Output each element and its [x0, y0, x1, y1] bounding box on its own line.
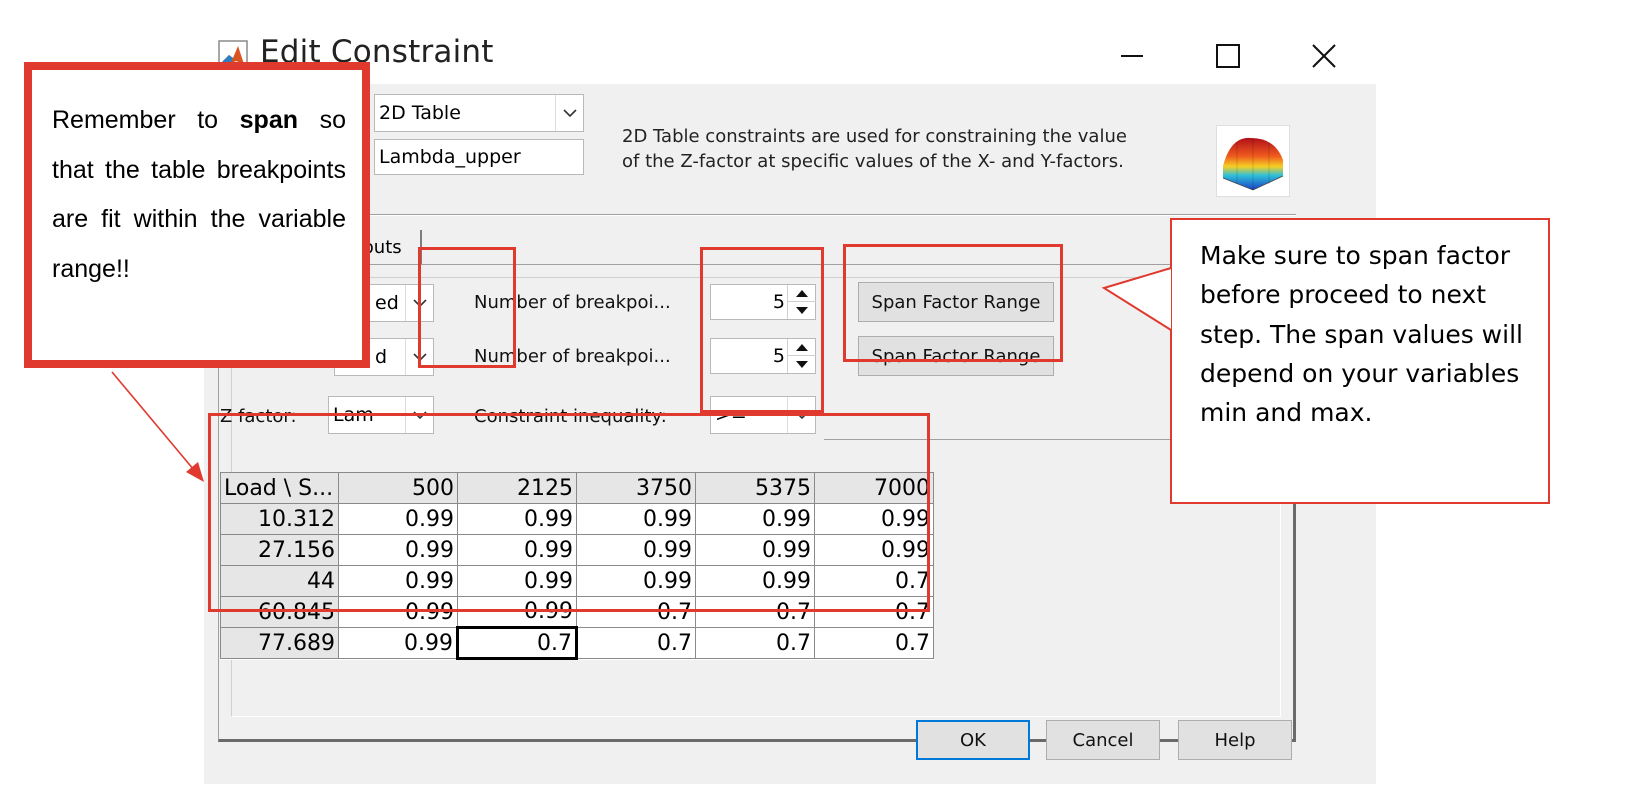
arrow-line-icon	[111, 371, 195, 471]
arrow-head-icon	[186, 462, 204, 482]
annotation-arrows	[111, 267, 1172, 482]
